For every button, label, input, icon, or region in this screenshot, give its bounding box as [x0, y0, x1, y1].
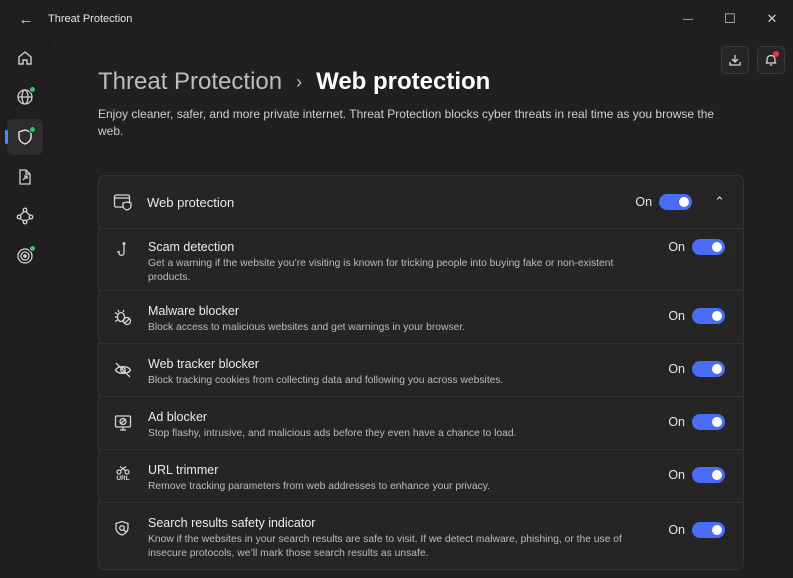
row-description: Block tracking cookies from collecting d…: [148, 375, 504, 386]
row-toggle-group: On: [668, 308, 725, 324]
bug-blocked-icon: [113, 307, 133, 327]
toggle-state-label: On: [668, 240, 685, 254]
nav-meshnet[interactable]: [7, 198, 43, 234]
setting-row-scam-detection: Scam detection Get a warning if the webs…: [99, 228, 743, 290]
toggle-state-label: On: [668, 415, 685, 429]
eye-off-icon: [113, 360, 133, 380]
download-icon: [729, 55, 741, 66]
status-dot: [29, 245, 36, 252]
page-description: Enjoy cleaner, safer, and more private i…: [98, 107, 715, 138]
toggle-knob: [712, 242, 722, 252]
nav-file-share[interactable]: [7, 159, 43, 195]
row-toggle-group: On: [668, 467, 725, 483]
malware-blocker-toggle[interactable]: [692, 308, 725, 324]
toggle-state-label: On: [668, 362, 685, 376]
nav-globe[interactable]: [7, 79, 43, 115]
search-shield-icon: [113, 519, 133, 539]
toggle-knob: [712, 311, 722, 321]
row-title: Scam detection: [148, 240, 235, 254]
hook-icon: [113, 241, 133, 261]
notification-badge: [773, 51, 779, 57]
row-title: Web tracker blocker: [148, 357, 259, 371]
row-title: Search results safety indicator: [148, 516, 316, 530]
minimize-icon: —: [683, 13, 693, 25]
card-header[interactable]: Web protection On ⌃: [99, 176, 743, 228]
web-protection-toggle[interactable]: [659, 194, 693, 210]
status-dot: [29, 126, 36, 133]
row-description: Get a warning if the website you’re visi…: [148, 258, 614, 283]
minimize-button[interactable]: —: [667, 0, 709, 38]
toggle-knob: [712, 525, 722, 535]
url-trimmer-toggle[interactable]: [692, 467, 725, 483]
web-tracker-blocker-toggle[interactable]: [692, 361, 725, 377]
ad-blocker-toggle[interactable]: [692, 414, 725, 430]
card-title: Web protection: [147, 194, 235, 210]
navigation-rail: [0, 38, 50, 578]
window-controls: — ☐ ✕: [667, 0, 793, 38]
close-button[interactable]: ✕: [751, 0, 793, 38]
card-header-controls: On ⌃: [635, 176, 725, 228]
row-toggle-group: On: [668, 239, 725, 255]
row-description: Stop flashy, intrusive, and malicious ad…: [148, 428, 517, 439]
toggle-state-label: On: [668, 523, 685, 537]
browser-shield-icon: [113, 194, 132, 211]
page-title: Web protection: [316, 68, 491, 95]
notifications-button[interactable]: [757, 46, 785, 74]
row-toggle-group: On: [668, 361, 725, 377]
mesh-network-icon: [16, 207, 34, 225]
nav-threat-protection[interactable]: [5, 119, 43, 155]
ad-block-monitor-icon: [113, 413, 133, 433]
close-icon: ✕: [766, 11, 778, 26]
row-description: Block access to malicious websites and g…: [148, 322, 466, 333]
search-safety-toggle[interactable]: [692, 522, 725, 538]
chevron-up-icon[interactable]: ⌃: [714, 194, 725, 210]
row-title: Ad blocker: [148, 410, 208, 424]
app-title: Threat Protection: [48, 13, 133, 25]
nav-home[interactable]: [7, 40, 43, 76]
maximize-button[interactable]: ☐: [709, 0, 751, 38]
toggle-knob: [679, 197, 690, 207]
url-icon-label: URL: [116, 474, 130, 482]
toggle-state-label: On: [668, 309, 685, 323]
nav-dark-web-monitor[interactable]: [7, 238, 43, 274]
toggle-knob: [712, 470, 722, 480]
toggle-knob: [712, 364, 722, 374]
status-dot: [29, 86, 36, 93]
url-trim-icon: URL: [113, 464, 133, 484]
setting-row-ad-blocker: Ad blocker Stop flashy, intrusive, and m…: [99, 396, 743, 449]
setting-row-url-trimmer: URL URL trimmer Remove tracking paramete…: [99, 449, 743, 502]
breadcrumb: Threat Protection › Web protection: [98, 68, 490, 96]
row-toggle-group: On: [668, 522, 725, 538]
row-title: URL trimmer: [148, 463, 219, 477]
row-toggle-group: On: [668, 414, 725, 430]
setting-row-malware-blocker: Malware blocker Block access to maliciou…: [99, 290, 743, 343]
toggle-knob: [712, 417, 722, 427]
download-button[interactable]: [721, 46, 749, 74]
row-description: Know if the websites in your search resu…: [148, 534, 622, 559]
arrow-left-icon: ←: [18, 10, 34, 28]
row-description: Remove tracking parameters from web addr…: [148, 481, 491, 492]
main-content: Threat Protection › Web protection Enjoy…: [50, 38, 793, 578]
setting-row-web-tracker-blocker: Web tracker blocker Block tracking cooki…: [99, 343, 743, 396]
web-protection-card: Web protection On ⌃ Scam detection Get a…: [98, 175, 744, 570]
toggle-state-label: On: [635, 195, 653, 209]
back-button[interactable]: ←: [8, 0, 44, 38]
title-bar: ← Threat Protection — ☐ ✕: [0, 0, 793, 38]
maximize-icon: ☐: [724, 11, 736, 26]
row-title: Malware blocker: [148, 304, 240, 318]
home-icon: [18, 51, 32, 65]
file-share-icon: [19, 169, 31, 185]
scam-detection-toggle[interactable]: [692, 239, 725, 255]
breadcrumb-parent[interactable]: Threat Protection: [98, 68, 282, 96]
setting-row-search-safety: Search results safety indicator Know if …: [99, 502, 743, 568]
toggle-state-label: On: [668, 468, 685, 482]
chevron-right-icon: ›: [296, 71, 303, 92]
top-actions: [721, 46, 785, 74]
